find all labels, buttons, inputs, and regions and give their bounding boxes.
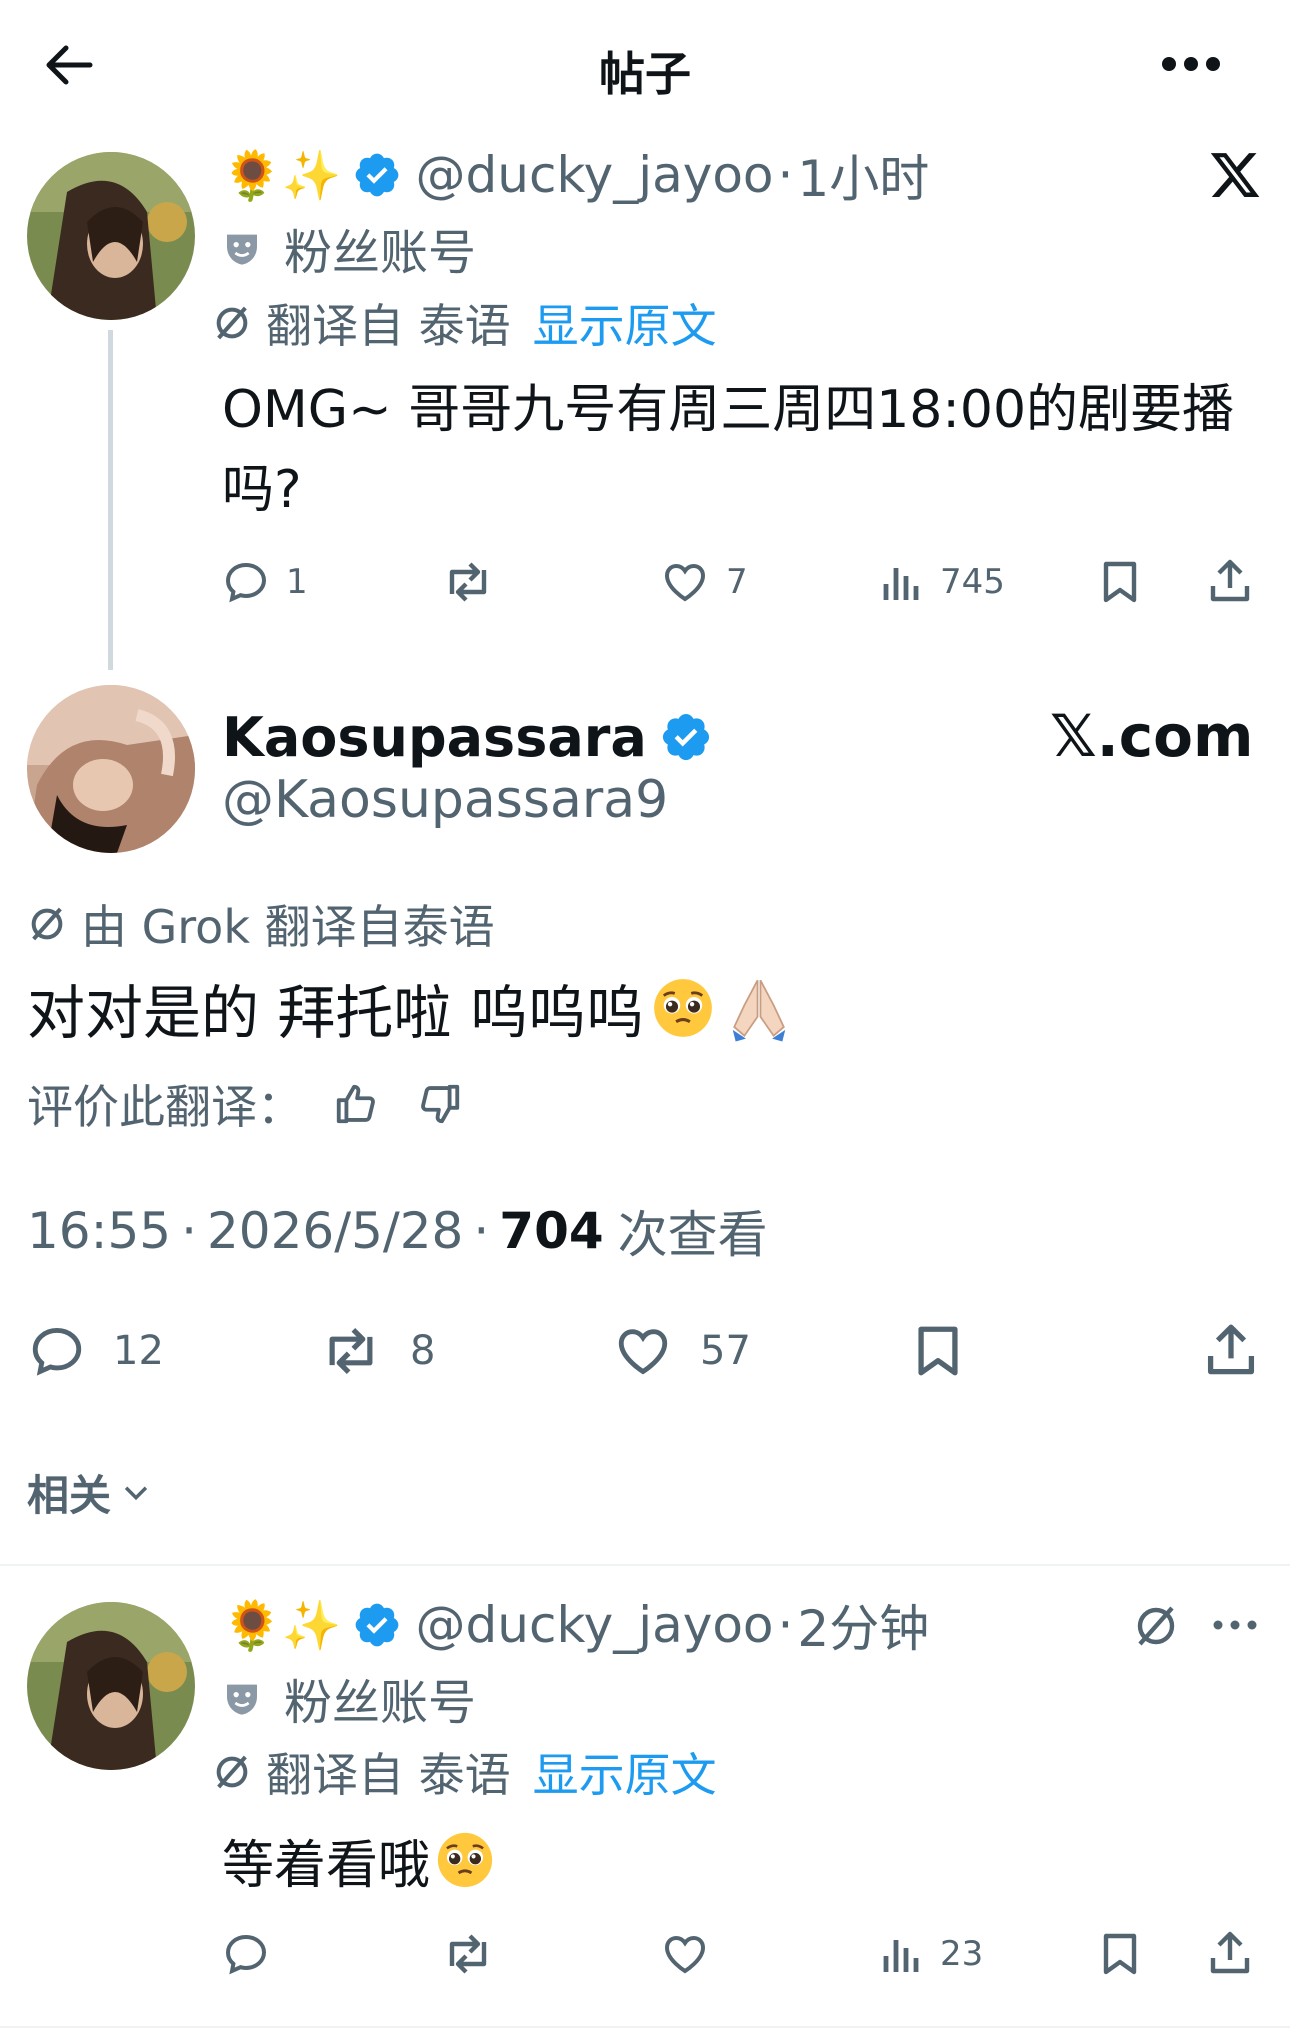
folded-hands-emoji-icon: [732, 979, 786, 1042]
avatar-photo: [27, 685, 195, 853]
reply-icon: [225, 562, 267, 603]
avatar[interactable]: [27, 1602, 195, 1770]
translate-toggle-button[interactable]: [1132, 1602, 1180, 1654]
more-options-button[interactable]: [1160, 52, 1222, 76]
repost-button[interactable]: [440, 1930, 496, 1978]
tweet-text: 对对是的 拜托啦 呜呜呜: [27, 968, 794, 1048]
thread-line: [108, 330, 113, 670]
grok-translation-info: 由 Grok 翻译自泰语: [27, 893, 495, 955]
translation-info: 翻译自 泰语 显示原文: [212, 293, 717, 353]
fan-account-tag: 粉丝账号: [222, 218, 476, 281]
avatar-photo: [27, 152, 195, 320]
tweet-header: 🌻✨ @ducky_jayoo · 1小时: [222, 140, 929, 210]
translate-icon: [216, 1755, 248, 1789]
mask-icon: [227, 234, 257, 265]
repost-icon: [449, 1934, 487, 1974]
like-button[interactable]: 57: [612, 1322, 751, 1380]
translation-info: 翻译自 泰语 显示原文: [212, 1742, 717, 1802]
analytics-icon: [883, 1940, 919, 1972]
verified-badge-icon: [355, 1603, 398, 1647]
divider: [0, 2026, 1290, 2028]
pleading-face-emoji-icon: [437, 1832, 493, 1888]
heart-icon: [664, 1935, 706, 1974]
translate-icon: [31, 907, 63, 941]
repost-button[interactable]: 8: [318, 1322, 435, 1380]
repost-button[interactable]: [440, 558, 496, 606]
author-name-row[interactable]: Kaosupassara: [222, 700, 713, 774]
verified-badge-icon: [662, 713, 709, 761]
post-time[interactable]: 2分钟: [797, 1589, 929, 1661]
view-count-label: 次查看: [617, 1206, 768, 1264]
pleading-face-emoji-icon: [654, 979, 712, 1037]
more-horizontal-icon: [1213, 1620, 1257, 1630]
mask-icon: [227, 1684, 257, 1715]
avatar[interactable]: [27, 685, 195, 853]
view-count: 704: [499, 1202, 604, 1260]
post-meta: 16:55 · 2026/5/28 · 704 次查看: [27, 1196, 768, 1266]
avatar-photo: [27, 1602, 195, 1770]
share-icon: [1207, 1324, 1255, 1375]
heart-icon: [664, 563, 706, 602]
post-time[interactable]: 1小时: [797, 139, 929, 211]
translate-icon: [216, 306, 248, 340]
translate-icon: [1137, 1606, 1175, 1646]
page-title: 帖子: [599, 47, 691, 101]
tweet-header: 🌻✨ @ducky_jayoo · 2分钟: [222, 1590, 929, 1660]
user-handle[interactable]: @ducky_jayoo: [416, 1596, 774, 1654]
x-logo-icon: [1208, 148, 1262, 206]
show-original-link[interactable]: 显示原文: [533, 1739, 717, 1805]
like-button[interactable]: [660, 1930, 710, 1978]
thumbs-down-icon[interactable]: [417, 1081, 463, 1127]
chevron-down-icon: [124, 1486, 148, 1501]
reply-button[interactable]: 1: [222, 558, 308, 606]
reply-icon: [225, 1934, 267, 1975]
related-dropdown[interactable]: 相关: [27, 1462, 153, 1522]
tweet-text: OMG~ 哥哥九号有周三周四18:00的剧要播吗?: [222, 380, 1235, 520]
share-button[interactable]: [1206, 1928, 1254, 1978]
heart-icon: [618, 1329, 668, 1375]
thumbs-up-icon[interactable]: [333, 1081, 379, 1127]
more-horizontal-icon: [1162, 57, 1220, 71]
like-button[interactable]: 7: [660, 558, 748, 606]
divider: [0, 1564, 1290, 1566]
name-emojis: 🌻✨: [222, 1597, 342, 1654]
bookmark-button[interactable]: [1098, 558, 1142, 606]
views-button[interactable]: 23: [880, 1930, 983, 1978]
reply-icon: [32, 1328, 82, 1376]
analytics-icon: [883, 568, 919, 600]
bookmark-icon: [1103, 1933, 1137, 1975]
post-time[interactable]: 16:55: [27, 1202, 171, 1260]
verified-badge-icon: [355, 153, 398, 197]
tweet-text: 等着看哦: [222, 1822, 496, 1898]
reply-button[interactable]: [222, 1930, 270, 1978]
bookmark-button[interactable]: [1098, 1930, 1142, 1978]
more-options-button[interactable]: [1212, 1616, 1258, 1638]
repost-icon: [449, 562, 487, 602]
bookmark-icon: [1103, 561, 1137, 603]
views-button[interactable]: 745: [880, 558, 1005, 606]
share-button[interactable]: [1206, 556, 1254, 606]
share-icon: [1210, 559, 1250, 602]
bookmark-button[interactable]: [910, 1322, 966, 1380]
reply-button[interactable]: 12: [27, 1322, 164, 1380]
rate-translation: 评价此翻译：: [27, 1072, 463, 1136]
display-name: Kaosupassara: [222, 705, 647, 769]
x-com-watermark: 𝕏.com: [1050, 702, 1254, 770]
bookmark-icon: [918, 1326, 958, 1376]
repost-icon: [329, 1327, 373, 1375]
name-emojis: 🌻✨: [222, 147, 342, 204]
user-handle[interactable]: @Kaosupassara9: [222, 770, 668, 830]
share-icon: [1210, 1931, 1250, 1974]
avatar[interactable]: [27, 152, 195, 320]
show-original-link[interactable]: 显示原文: [533, 290, 717, 356]
user-handle[interactable]: @ducky_jayoo: [416, 146, 774, 204]
share-button[interactable]: [1202, 1320, 1260, 1380]
fan-account-tag: 粉丝账号: [222, 1668, 476, 1731]
post-date[interactable]: 2026/5/28: [207, 1202, 463, 1260]
